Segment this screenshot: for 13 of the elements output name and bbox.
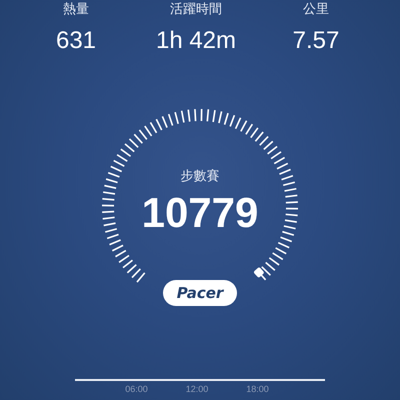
stat-value: 631 xyxy=(56,27,96,55)
stat-label: 熱量 xyxy=(63,2,89,18)
time-label: 18:00 xyxy=(246,384,269,394)
stat-label: 活躍時間 xyxy=(170,2,222,18)
stat-value: 7.57 xyxy=(292,27,340,55)
step-count: 10779 xyxy=(142,189,258,237)
gauge-label: 步數賽 xyxy=(180,168,220,185)
time-label: 06:00 xyxy=(125,384,148,394)
stat-value: 1h 42m xyxy=(156,27,236,55)
brand-button[interactable]: Pacer xyxy=(162,280,238,306)
progress-marker xyxy=(253,266,265,278)
stat-label: 公里 xyxy=(303,2,329,18)
time-label: 12:00 xyxy=(186,384,208,394)
